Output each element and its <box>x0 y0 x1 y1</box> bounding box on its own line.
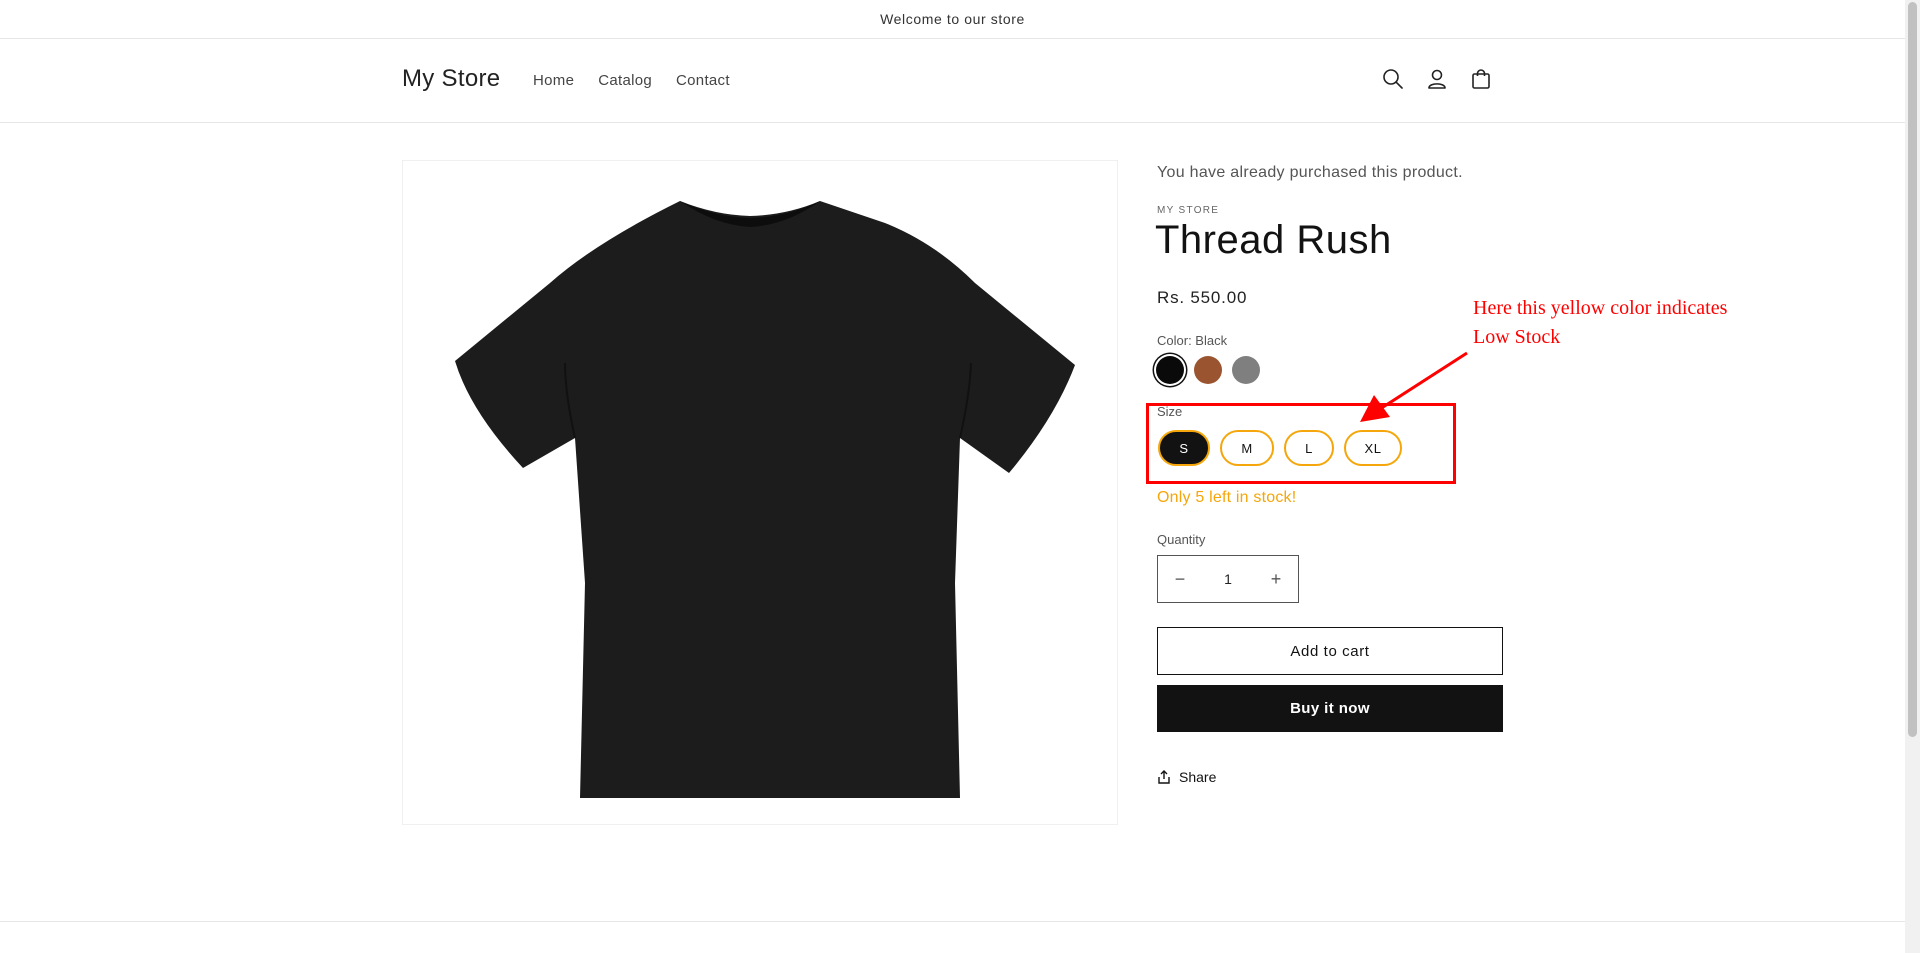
annotation-line-2: Low Stock <box>1473 326 1561 348</box>
nav-item-catalog[interactable]: Catalog <box>598 72 652 89</box>
annotation-line-1: Here this yellow color indicates <box>1473 297 1728 319</box>
account-icon[interactable] <box>1425 67 1449 91</box>
nav-item-home[interactable]: Home <box>533 72 574 89</box>
product-image-frame[interactable] <box>402 160 1118 825</box>
search-icon[interactable] <box>1381 67 1405 91</box>
add-to-cart-button[interactable]: Add to cart <box>1157 627 1503 675</box>
purchased-notice: You have already purchased this product. <box>1157 164 1463 181</box>
swatch-brown[interactable] <box>1194 356 1222 384</box>
low-stock-message: Only 5 left in stock! <box>1157 489 1297 506</box>
annotation-arrow-icon <box>1360 351 1468 422</box>
scrollbar-thumb[interactable] <box>1908 2 1917 737</box>
color-swatches <box>1156 356 1260 384</box>
nav-item-contact[interactable]: Contact <box>676 72 730 89</box>
footer-divider <box>0 921 1905 922</box>
annotation-text: Here this yellow color indicates Low Sto… <box>1473 294 1813 352</box>
product-title: Thread Rush <box>1155 218 1392 262</box>
quantity-stepper: − 1 + <box>1157 555 1299 603</box>
quantity-input[interactable]: 1 <box>1208 571 1248 587</box>
announcement-text: Welcome to our store <box>880 11 1025 27</box>
quantity-decrease-button[interactable]: − <box>1158 556 1202 602</box>
main-nav: Home Catalog Contact <box>533 72 730 89</box>
swatch-black[interactable] <box>1156 356 1184 384</box>
header-icons <box>1381 67 1493 91</box>
color-label: Color: Black <box>1157 333 1228 348</box>
store-logo[interactable]: My Store <box>402 65 500 93</box>
product-vendor: MY STORE <box>1157 205 1220 216</box>
site-header: My Store Home Catalog Contact <box>0 39 1905 123</box>
tshirt-image <box>455 200 1075 798</box>
announcement-bar: Welcome to our store <box>0 0 1905 39</box>
cart-icon[interactable] <box>1469 67 1493 91</box>
quantity-increase-button[interactable]: + <box>1254 556 1298 602</box>
share-button[interactable]: Share <box>1157 769 1216 785</box>
buy-now-button[interactable]: Buy it now <box>1157 685 1503 732</box>
quantity-label: Quantity <box>1157 532 1206 547</box>
product-price: Rs. 550.00 <box>1157 288 1248 307</box>
swatch-gray[interactable] <box>1232 356 1260 384</box>
share-icon <box>1158 770 1170 784</box>
share-label: Share <box>1179 769 1217 785</box>
